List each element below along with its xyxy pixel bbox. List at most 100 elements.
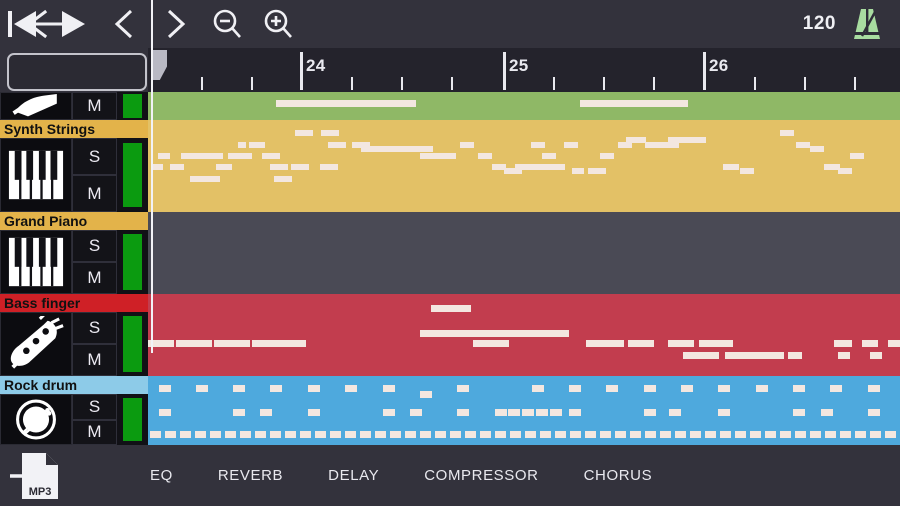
note-block[interactable]	[850, 153, 864, 159]
solo-button[interactable]: S	[72, 312, 117, 344]
note-block[interactable]	[569, 385, 581, 392]
note-block[interactable]	[586, 340, 624, 347]
note-block[interactable]	[150, 431, 161, 438]
note-block[interactable]	[734, 352, 784, 359]
note-block[interactable]	[630, 431, 641, 438]
note-block[interactable]	[683, 352, 719, 359]
note-block[interactable]	[540, 431, 551, 438]
note-block[interactable]	[793, 385, 805, 392]
note-block[interactable]	[420, 330, 478, 337]
project-name-input[interactable]	[7, 53, 147, 91]
note-block[interactable]	[555, 431, 566, 438]
note-block[interactable]	[159, 409, 171, 416]
effect-button-compressor[interactable]: COMPRESSOR	[424, 467, 538, 484]
note-block[interactable]	[780, 130, 794, 136]
note-block[interactable]	[330, 431, 341, 438]
track-clip[interactable]	[148, 92, 900, 120]
track-name-label[interactable]: Grand Piano	[0, 212, 148, 230]
note-block[interactable]	[668, 340, 694, 347]
note-block[interactable]	[321, 130, 339, 136]
note-block[interactable]	[542, 153, 556, 159]
note-block[interactable]	[249, 142, 265, 148]
note-block[interactable]	[457, 409, 469, 416]
note-block[interactable]	[170, 164, 184, 170]
mute-button[interactable]: M	[72, 419, 117, 445]
note-block[interactable]	[252, 340, 278, 347]
volume-meter[interactable]	[123, 143, 142, 207]
note-block[interactable]	[375, 431, 386, 438]
note-block[interactable]	[165, 431, 176, 438]
note-block[interactable]	[225, 431, 236, 438]
effect-button-delay[interactable]: DELAY	[328, 467, 379, 484]
note-block[interactable]	[626, 137, 646, 143]
note-block[interactable]	[788, 352, 802, 359]
metronome-button[interactable]	[850, 6, 884, 42]
note-block[interactable]	[810, 431, 821, 438]
note-block[interactable]	[420, 431, 431, 438]
effect-button-eq[interactable]: EQ	[150, 467, 173, 484]
note-block[interactable]	[278, 340, 306, 347]
note-block[interactable]	[151, 164, 163, 170]
note-block[interactable]	[870, 352, 882, 359]
note-block[interactable]	[855, 431, 866, 438]
track-name-label[interactable]: Rock drum	[0, 376, 148, 394]
note-block[interactable]	[628, 340, 654, 347]
note-block[interactable]	[228, 153, 246, 159]
note-block[interactable]	[480, 431, 491, 438]
note-block[interactable]	[270, 385, 282, 392]
note-block[interactable]	[260, 409, 272, 416]
note-block[interactable]	[645, 431, 656, 438]
volume-meter[interactable]	[123, 397, 142, 442]
note-block[interactable]	[508, 409, 520, 416]
track-header[interactable]: Rock drum S M	[0, 376, 148, 445]
note-block[interactable]	[383, 385, 395, 392]
note-block[interactable]	[718, 409, 730, 416]
note-block[interactable]	[431, 305, 471, 312]
note-block[interactable]	[328, 142, 346, 148]
track-name-label[interactable]: Bass finger	[0, 294, 148, 312]
note-block[interactable]	[216, 164, 232, 170]
note-block[interactable]	[246, 153, 252, 159]
note-block[interactable]	[515, 164, 565, 170]
note-block[interactable]	[690, 431, 701, 438]
note-block[interactable]	[868, 409, 880, 416]
note-block[interactable]	[588, 168, 606, 174]
note-block[interactable]	[600, 431, 611, 438]
note-block[interactable]	[214, 340, 250, 347]
note-block[interactable]	[360, 431, 371, 438]
note-block[interactable]	[233, 385, 245, 392]
effect-button-reverb[interactable]: REVERB	[218, 467, 283, 484]
solo-button[interactable]: S	[72, 394, 117, 420]
note-block[interactable]	[675, 431, 686, 438]
previous-button[interactable]	[102, 0, 146, 48]
note-block[interactable]	[570, 431, 581, 438]
note-block[interactable]	[478, 153, 492, 159]
track-clip[interactable]	[148, 212, 900, 294]
volume-meter[interactable]	[123, 234, 142, 290]
mute-button[interactable]: M	[72, 344, 117, 376]
tempo-value[interactable]: 120	[803, 13, 836, 35]
note-block[interactable]	[195, 431, 206, 438]
note-block[interactable]	[435, 431, 446, 438]
mute-button[interactable]: M	[72, 262, 117, 294]
note-block[interactable]	[600, 153, 614, 159]
note-block[interactable]	[705, 431, 716, 438]
note-block[interactable]	[457, 385, 469, 392]
note-block[interactable]	[434, 153, 456, 159]
note-block[interactable]	[868, 385, 880, 392]
note-block[interactable]	[550, 409, 562, 416]
note-block[interactable]	[840, 431, 851, 438]
note-block[interactable]	[240, 431, 251, 438]
note-block[interactable]	[420, 391, 432, 398]
zoom-out-button[interactable]	[205, 0, 249, 48]
note-block[interactable]	[270, 164, 288, 170]
note-block[interactable]	[810, 146, 824, 152]
note-block[interactable]	[361, 146, 433, 152]
note-block[interactable]	[210, 431, 221, 438]
note-block[interactable]	[405, 431, 416, 438]
note-block[interactable]	[345, 431, 356, 438]
note-block[interactable]	[383, 409, 395, 416]
note-block[interactable]	[308, 385, 320, 392]
note-block[interactable]	[793, 409, 805, 416]
track-instrument-button[interactable]	[0, 230, 72, 294]
